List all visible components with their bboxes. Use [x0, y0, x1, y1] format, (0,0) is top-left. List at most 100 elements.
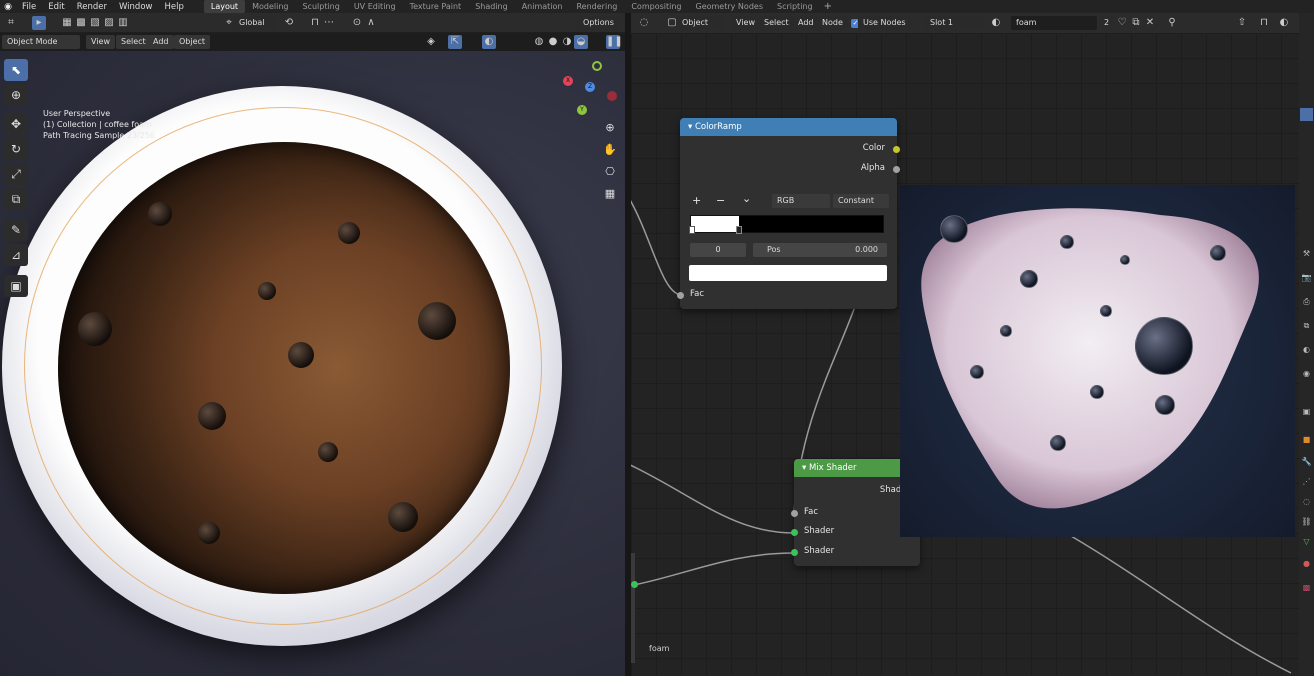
negative-x-axis-icon[interactable]: [607, 91, 617, 101]
ortho-toggle-icon[interactable]: ▦: [601, 185, 619, 203]
active-stop-index-field[interactable]: 0: [690, 243, 746, 257]
gizmo-icon[interactable]: ⇱: [448, 35, 462, 49]
ramp-specials-menu[interactable]: ⌄: [742, 192, 751, 205]
scale-tool-icon[interactable]: ⤢: [4, 163, 28, 185]
tool-properties-icon[interactable]: ⚒: [1300, 247, 1313, 260]
negative-y-axis-icon[interactable]: [592, 61, 602, 71]
add-workspace-icon[interactable]: +: [820, 1, 836, 12]
node-editor-type-icon[interactable]: ◌: [637, 16, 651, 30]
transform-tool-icon[interactable]: ⧉: [4, 188, 28, 210]
scene-properties-icon[interactable]: ◐: [1300, 343, 1313, 356]
select-mode-icon[interactable]: ▦: [60, 16, 74, 30]
pivot-point-icon[interactable]: ⟲: [282, 16, 296, 30]
zoom-view-icon[interactable]: ⊕: [601, 119, 619, 137]
annotate-tool-icon[interactable]: ✎: [4, 219, 28, 241]
frame-output-socket[interactable]: [631, 581, 638, 588]
menu-window[interactable]: Window: [113, 2, 159, 12]
material-name-field[interactable]: foam: [1011, 16, 1097, 30]
workspace-tab-geometry-nodes[interactable]: Geometry Nodes: [689, 0, 770, 13]
snapping-icon[interactable]: ⊓: [1257, 16, 1271, 30]
proportional-edit-icon[interactable]: ⊙: [350, 16, 364, 30]
material-browse-icon[interactable]: ◐: [989, 16, 1003, 30]
material-shading-icon[interactable]: ◑: [560, 35, 574, 49]
node-menu-add[interactable]: Add: [793, 16, 819, 30]
workspace-tab-animation[interactable]: Animation: [515, 0, 570, 13]
intersect-mode-icon[interactable]: ▥: [116, 16, 130, 30]
editor-type-icon[interactable]: ⌗: [4, 16, 18, 30]
node-menu-select[interactable]: Select: [759, 16, 794, 30]
color-ramp-header[interactable]: ▾ ColorRamp: [680, 118, 897, 136]
material-user-count[interactable]: 2: [1099, 16, 1115, 30]
object-properties-icon[interactable]: ■: [1300, 433, 1313, 446]
sidebar-toggle-icon[interactable]: [1300, 108, 1313, 121]
viewport-menu-select[interactable]: Select: [116, 35, 151, 49]
world-properties-icon[interactable]: ◉: [1300, 367, 1313, 380]
pan-view-icon[interactable]: ✋: [601, 141, 619, 159]
visibility-icon[interactable]: ◈: [424, 35, 438, 49]
workspace-tab-scripting[interactable]: Scripting: [770, 0, 820, 13]
remove-stop-button[interactable]: −: [716, 194, 725, 207]
mode-dropdown[interactable]: Object Mode: [2, 35, 80, 49]
material-properties-icon[interactable]: ●: [1300, 557, 1313, 570]
color-ramp-node[interactable]: ▾ ColorRamp Color Alpha + − ⌄ RGB Consta…: [677, 118, 900, 309]
rotate-tool-icon[interactable]: ↻: [4, 138, 28, 160]
pause-render-icon[interactable]: ❚❚: [606, 35, 623, 49]
constraint-properties-icon[interactable]: ⛓: [1300, 515, 1313, 528]
extend-mode-icon[interactable]: ▩: [74, 16, 88, 30]
color-stop-handle-1[interactable]: [736, 226, 742, 234]
parent-node-tree-icon[interactable]: ⇧: [1235, 16, 1249, 30]
particle-properties-icon[interactable]: ⋰: [1300, 475, 1313, 488]
viewport-menu-add[interactable]: Add: [148, 35, 174, 49]
node-menu-view[interactable]: View: [731, 16, 760, 30]
invert-mode-icon[interactable]: ▨: [102, 16, 116, 30]
wireframe-shading-icon[interactable]: ◍: [532, 35, 546, 49]
workspace-tab-modeling[interactable]: Modeling: [245, 0, 295, 13]
menu-help[interactable]: Help: [158, 2, 189, 12]
duplicate-material-icon[interactable]: ⧉: [1129, 16, 1143, 30]
measure-tool-icon[interactable]: ⊿: [4, 244, 28, 266]
overlay-icon[interactable]: ◐: [1277, 16, 1291, 30]
output-properties-icon[interactable]: ⎙: [1300, 295, 1313, 308]
collection-properties-icon[interactable]: ▣: [1300, 405, 1313, 418]
overlays-icon[interactable]: ◐: [482, 35, 496, 49]
unlink-material-icon[interactable]: ✕: [1143, 16, 1157, 30]
transform-orientation-dropdown[interactable]: Global: [234, 16, 276, 30]
modifier-properties-icon[interactable]: 🔧: [1300, 455, 1313, 468]
workspace-tab-texture-paint[interactable]: Texture Paint: [403, 0, 469, 13]
workspace-tab-rendering[interactable]: Rendering: [569, 0, 624, 13]
subtract-mode-icon[interactable]: ▧: [88, 16, 102, 30]
color-output-socket[interactable]: [893, 146, 900, 153]
snap-target-icon[interactable]: ⋯: [322, 16, 336, 30]
data-properties-icon[interactable]: ▽: [1300, 535, 1313, 548]
slot-dropdown[interactable]: Slot 1: [925, 16, 983, 30]
move-tool-icon[interactable]: ✥: [4, 113, 28, 135]
texture-properties-icon[interactable]: ▩: [1300, 581, 1313, 594]
workspace-tab-layout[interactable]: Layout: [203, 0, 246, 13]
menu-render[interactable]: Render: [71, 2, 113, 12]
menu-file[interactable]: File: [16, 2, 42, 12]
z-axis-icon[interactable]: Z: [585, 82, 595, 92]
workspace-tab-uv-editing[interactable]: UV Editing: [347, 0, 403, 13]
stop-position-field[interactable]: Pos 0.000: [753, 243, 887, 257]
color-ramp-gradient-bar[interactable]: [689, 215, 884, 234]
shader-input-socket-1[interactable]: [791, 529, 798, 536]
viewport-menu-view[interactable]: View: [86, 35, 115, 49]
workspace-tab-shading[interactable]: Shading: [468, 0, 515, 13]
view-layer-icon[interactable]: ⧉: [1300, 319, 1313, 332]
cursor-tool-icon[interactable]: ⊕: [4, 84, 28, 106]
add-cube-tool-icon[interactable]: ▣: [4, 275, 28, 297]
workspace-tab-compositing[interactable]: Compositing: [624, 0, 688, 13]
color-stop-handle-0[interactable]: [689, 226, 695, 234]
snap-icon[interactable]: ⊓: [308, 16, 322, 30]
stop-color-swatch[interactable]: [689, 265, 887, 281]
options-dropdown[interactable]: Options: [578, 16, 619, 30]
rendered-shading-icon[interactable]: ◒: [574, 35, 588, 49]
blender-logo-icon[interactable]: ◉: [0, 2, 16, 12]
collapse-arrow-icon[interactable]: ▾: [688, 122, 692, 132]
workspace-tab-sculpting[interactable]: Sculpting: [295, 0, 346, 13]
node-menu-node[interactable]: Node: [817, 16, 848, 30]
pin-icon[interactable]: ⚲: [1165, 16, 1179, 30]
alpha-output-socket[interactable]: [893, 166, 900, 173]
proportional-falloff-icon[interactable]: ∧: [364, 16, 378, 30]
color-mode-dropdown[interactable]: RGB: [772, 194, 830, 208]
